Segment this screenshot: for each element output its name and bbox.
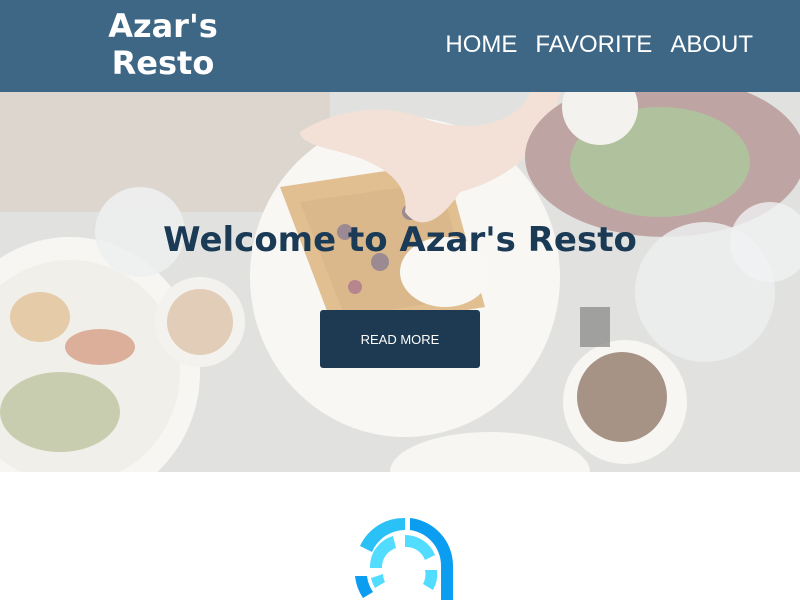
read-more-button[interactable]: READ MORE	[320, 310, 480, 368]
main-nav: HOME FAVORITE ABOUT	[445, 31, 753, 59]
loading-spinner-icon	[345, 510, 465, 600]
logo-line-1: Azar's	[108, 7, 218, 45]
nav-favorite-link[interactable]: FAVORITE	[535, 31, 652, 59]
hero-title: Welcome to Azar's Resto	[163, 220, 637, 260]
hero-section: Welcome to Azar's Resto READ MORE	[0, 92, 800, 472]
site-logo[interactable]: Azar's Resto	[103, 8, 223, 82]
hero-overlay	[0, 92, 800, 472]
nav-home-link[interactable]: HOME	[445, 31, 517, 59]
logo-line-2: Resto	[111, 44, 215, 82]
site-header: Azar's Resto HOME FAVORITE ABOUT	[0, 0, 800, 92]
nav-about-link[interactable]: ABOUT	[670, 31, 753, 59]
